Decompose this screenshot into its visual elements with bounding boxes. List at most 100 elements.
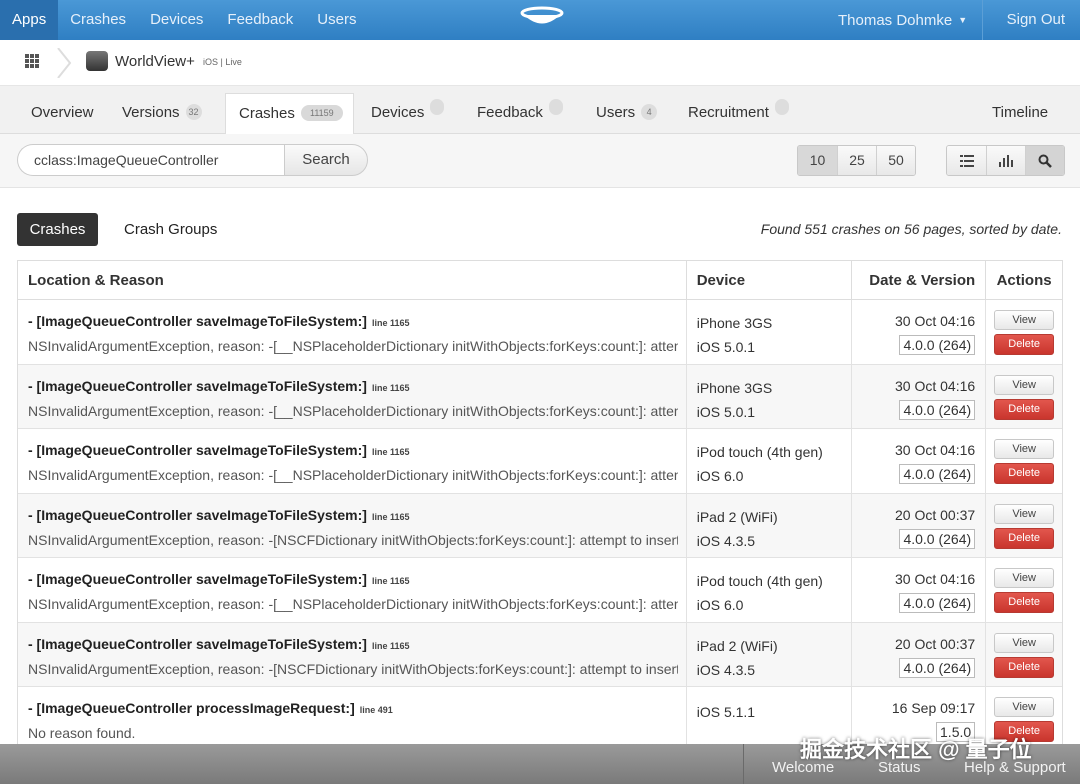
crash-method[interactable]: - [ImageQueueController saveImageToFileS… xyxy=(28,636,409,652)
tab-overview[interactable]: Overview xyxy=(31,86,94,134)
top-nav-feedback[interactable]: Feedback xyxy=(215,0,305,40)
caret-down-icon: ▼ xyxy=(958,15,968,25)
crash-method[interactable]: - [ImageQueueController processImageRequ… xyxy=(28,700,393,716)
column-header-location[interactable]: Location & Reason xyxy=(18,261,686,299)
crash-date: 30 Oct 04:16 xyxy=(894,442,976,458)
page-size-50[interactable]: 50 xyxy=(876,146,915,175)
crash-method-text: - [ImageQueueController saveImageToFileS… xyxy=(28,442,367,458)
tab-label: Versions xyxy=(122,104,180,121)
breadcrumb-chevron-icon xyxy=(57,48,72,78)
location-cell: - [ImageQueueController processImageRequ… xyxy=(18,687,686,751)
view-button[interactable]: View xyxy=(994,568,1055,588)
crash-date: 20 Oct 00:37 xyxy=(894,506,976,523)
results-summary: Found 551 crashes on 56 pages, sorted by… xyxy=(760,221,1062,237)
count-badge xyxy=(430,99,445,115)
crash-method-text: - [ImageQueueController saveImageToFileS… xyxy=(28,506,367,523)
crash-method[interactable]: - [ImageQueueController saveImageToFileS… xyxy=(28,442,409,458)
delete-button[interactable]: Delete xyxy=(994,592,1055,613)
tab-versions[interactable]: Versions 32 xyxy=(122,86,202,134)
crash-method[interactable]: - [ImageQueueController saveImageToFileS… xyxy=(28,313,409,329)
search-input[interactable] xyxy=(17,144,285,176)
crash-line-number: line 1165 xyxy=(371,511,410,522)
tab-label: Timeline xyxy=(992,104,1049,121)
tab-label: Recruitment xyxy=(688,104,769,121)
top-nav-apps[interactable]: Apps xyxy=(0,0,59,40)
page-size-25[interactable]: 25 xyxy=(837,146,876,175)
crash-line-number: line 1165 xyxy=(371,447,410,457)
view-button[interactable]: View xyxy=(994,439,1055,459)
device-cell: iPad 2 (WiFi) iOS 4.3.5 xyxy=(685,622,852,686)
crash-method[interactable]: - [ImageQueueController saveImageToFileS… xyxy=(28,378,409,394)
view-button[interactable]: View xyxy=(994,503,1055,524)
crash-method[interactable]: - [ImageQueueController saveImageToFileS… xyxy=(28,571,409,587)
device-cell: iPod touch (4th gen) iOS 6.0 xyxy=(685,558,852,622)
subtab-crash-groups[interactable]: Crash Groups xyxy=(124,221,217,238)
delete-button[interactable]: Delete xyxy=(994,398,1055,420)
sign-out-link[interactable]: Sign Out xyxy=(981,0,1080,40)
crash-line-number: line 1165 xyxy=(371,576,410,586)
top-nav: Apps Crashes Devices Feedback Users xyxy=(0,0,368,40)
list-view-icon[interactable] xyxy=(947,146,986,175)
table-row[interactable]: - [ImageQueueController saveImageToFileS… xyxy=(18,558,1062,623)
apps-grid-icon[interactable] xyxy=(25,54,39,68)
count-badge: 11159 xyxy=(300,105,343,121)
tab-timeline[interactable]: Timeline xyxy=(992,86,1048,134)
tab-recruitment[interactable]: Recruitment xyxy=(688,86,789,134)
top-nav-crashes[interactable]: Crashes xyxy=(58,0,138,40)
app-name[interactable]: WorldView+ xyxy=(115,53,195,70)
view-button[interactable]: View xyxy=(994,310,1055,330)
view-button[interactable]: View xyxy=(994,374,1055,395)
table-row[interactable]: - [ImageQueueController saveImageToFileS… xyxy=(18,429,1062,494)
watermark-text: 掘金技术社区 @ 量子位 xyxy=(800,737,1032,762)
user-menu[interactable]: Thomas Dohmke ▼ xyxy=(838,0,967,40)
hockeyapp-logo-icon[interactable] xyxy=(519,6,565,32)
tab-crashes[interactable]: Crashes 11159 xyxy=(225,93,354,135)
device-cell: iPod touch (4th gen) iOS 6.0 xyxy=(685,429,852,493)
tab-users[interactable]: Users 4 xyxy=(596,86,658,134)
table-row[interactable]: - [ImageQueueController saveImageToFileS… xyxy=(18,622,1062,687)
device-os: iOS 5.1.1 xyxy=(696,704,756,720)
table-row[interactable]: - [ImageQueueController saveImageToFileS… xyxy=(18,364,1062,429)
top-nav-users[interactable]: Users xyxy=(305,0,368,40)
device-cell: iPhone 3GS iOS 5.0.1 xyxy=(685,364,852,428)
delete-button[interactable]: Delete xyxy=(994,463,1055,484)
app-version-badge: 4.0.0 (264) xyxy=(899,593,976,613)
crash-reason: NSInvalidArgumentException, reason: -[__… xyxy=(28,402,678,419)
delete-button[interactable]: Delete xyxy=(994,527,1055,549)
app-version-badge: 4.0.0 (264) xyxy=(899,657,976,678)
table-body: - [ImageQueueController saveImageToFileS… xyxy=(18,300,1062,752)
subtab-crashes[interactable]: Crashes xyxy=(17,213,98,246)
actions-cell: View Delete xyxy=(985,558,1062,622)
table-header: Location & Reason Device Date & Version … xyxy=(18,261,1062,300)
crash-method[interactable]: - [ImageQueueController saveImageToFileS… xyxy=(28,507,409,523)
delete-button[interactable]: Delete xyxy=(994,334,1055,355)
delete-button[interactable]: Delete xyxy=(994,656,1055,678)
app-tabs: Overview Versions 32 Crashes 11159 Devices… xyxy=(0,86,1080,135)
search-icon[interactable] xyxy=(1025,146,1064,175)
table-row[interactable]: - [ImageQueueController saveImageToFileS… xyxy=(18,300,1062,365)
bar-chart-icon[interactable] xyxy=(986,146,1025,175)
top-navigation-bar: Apps Crashes Devices Feedback Users Thom… xyxy=(0,0,1080,40)
device-cell: iPad 2 (WiFi) iOS 4.3.5 xyxy=(685,493,852,557)
column-header-device[interactable]: Device xyxy=(685,261,852,299)
count-badge: 32 xyxy=(185,104,202,120)
page-size-selector: 10 25 50 xyxy=(797,145,916,176)
search-button[interactable]: Search xyxy=(284,144,368,176)
date-version-cell: 20 Oct 00:37 4.0.0 (264) xyxy=(851,493,985,557)
tab-label: Feedback xyxy=(477,104,543,121)
location-cell: - [ImageQueueController saveImageToFileS… xyxy=(18,365,686,429)
user-name: Thomas Dohmke xyxy=(838,12,953,29)
crash-date: 30 Oct 04:16 xyxy=(894,313,976,329)
app-version-badge: 4.0.0 (264) xyxy=(899,528,976,549)
tab-feedback[interactable]: Feedback xyxy=(477,86,563,134)
table-row[interactable]: - [ImageQueueController saveImageToFileS… xyxy=(18,493,1062,558)
top-nav-devices[interactable]: Devices xyxy=(138,0,215,40)
view-button[interactable]: View xyxy=(994,632,1055,653)
view-button[interactable]: View xyxy=(994,697,1055,717)
device-name: iPod touch (4th gen) xyxy=(696,444,823,460)
page-size-10[interactable]: 10 xyxy=(798,146,837,175)
column-header-date-version[interactable]: Date & Version xyxy=(851,261,985,299)
tab-devices[interactable]: Devices xyxy=(371,86,445,134)
device-name: iPad 2 (WiFi) xyxy=(696,508,778,525)
crash-date: 20 Oct 00:37 xyxy=(894,635,976,652)
